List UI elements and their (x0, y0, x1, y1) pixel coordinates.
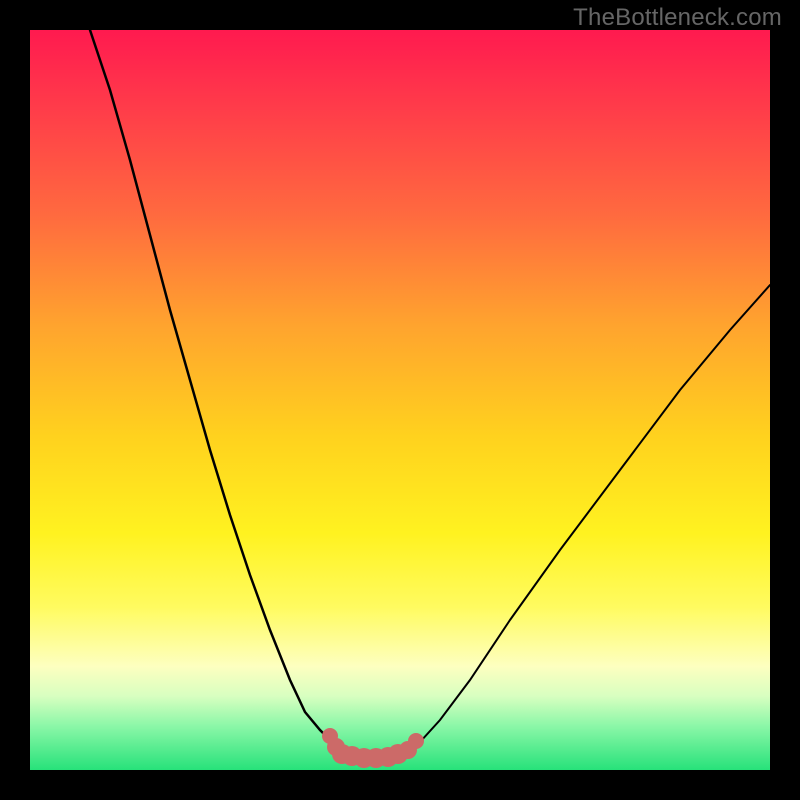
plot-area (30, 30, 770, 770)
bottom-marker (408, 733, 424, 749)
outer-frame: TheBottleneck.com (0, 0, 800, 800)
curve-left (90, 30, 345, 753)
bottom-marker-group (322, 728, 424, 768)
curve-right (405, 285, 770, 753)
watermark-text: TheBottleneck.com (573, 4, 782, 32)
curve-svg (30, 30, 770, 770)
